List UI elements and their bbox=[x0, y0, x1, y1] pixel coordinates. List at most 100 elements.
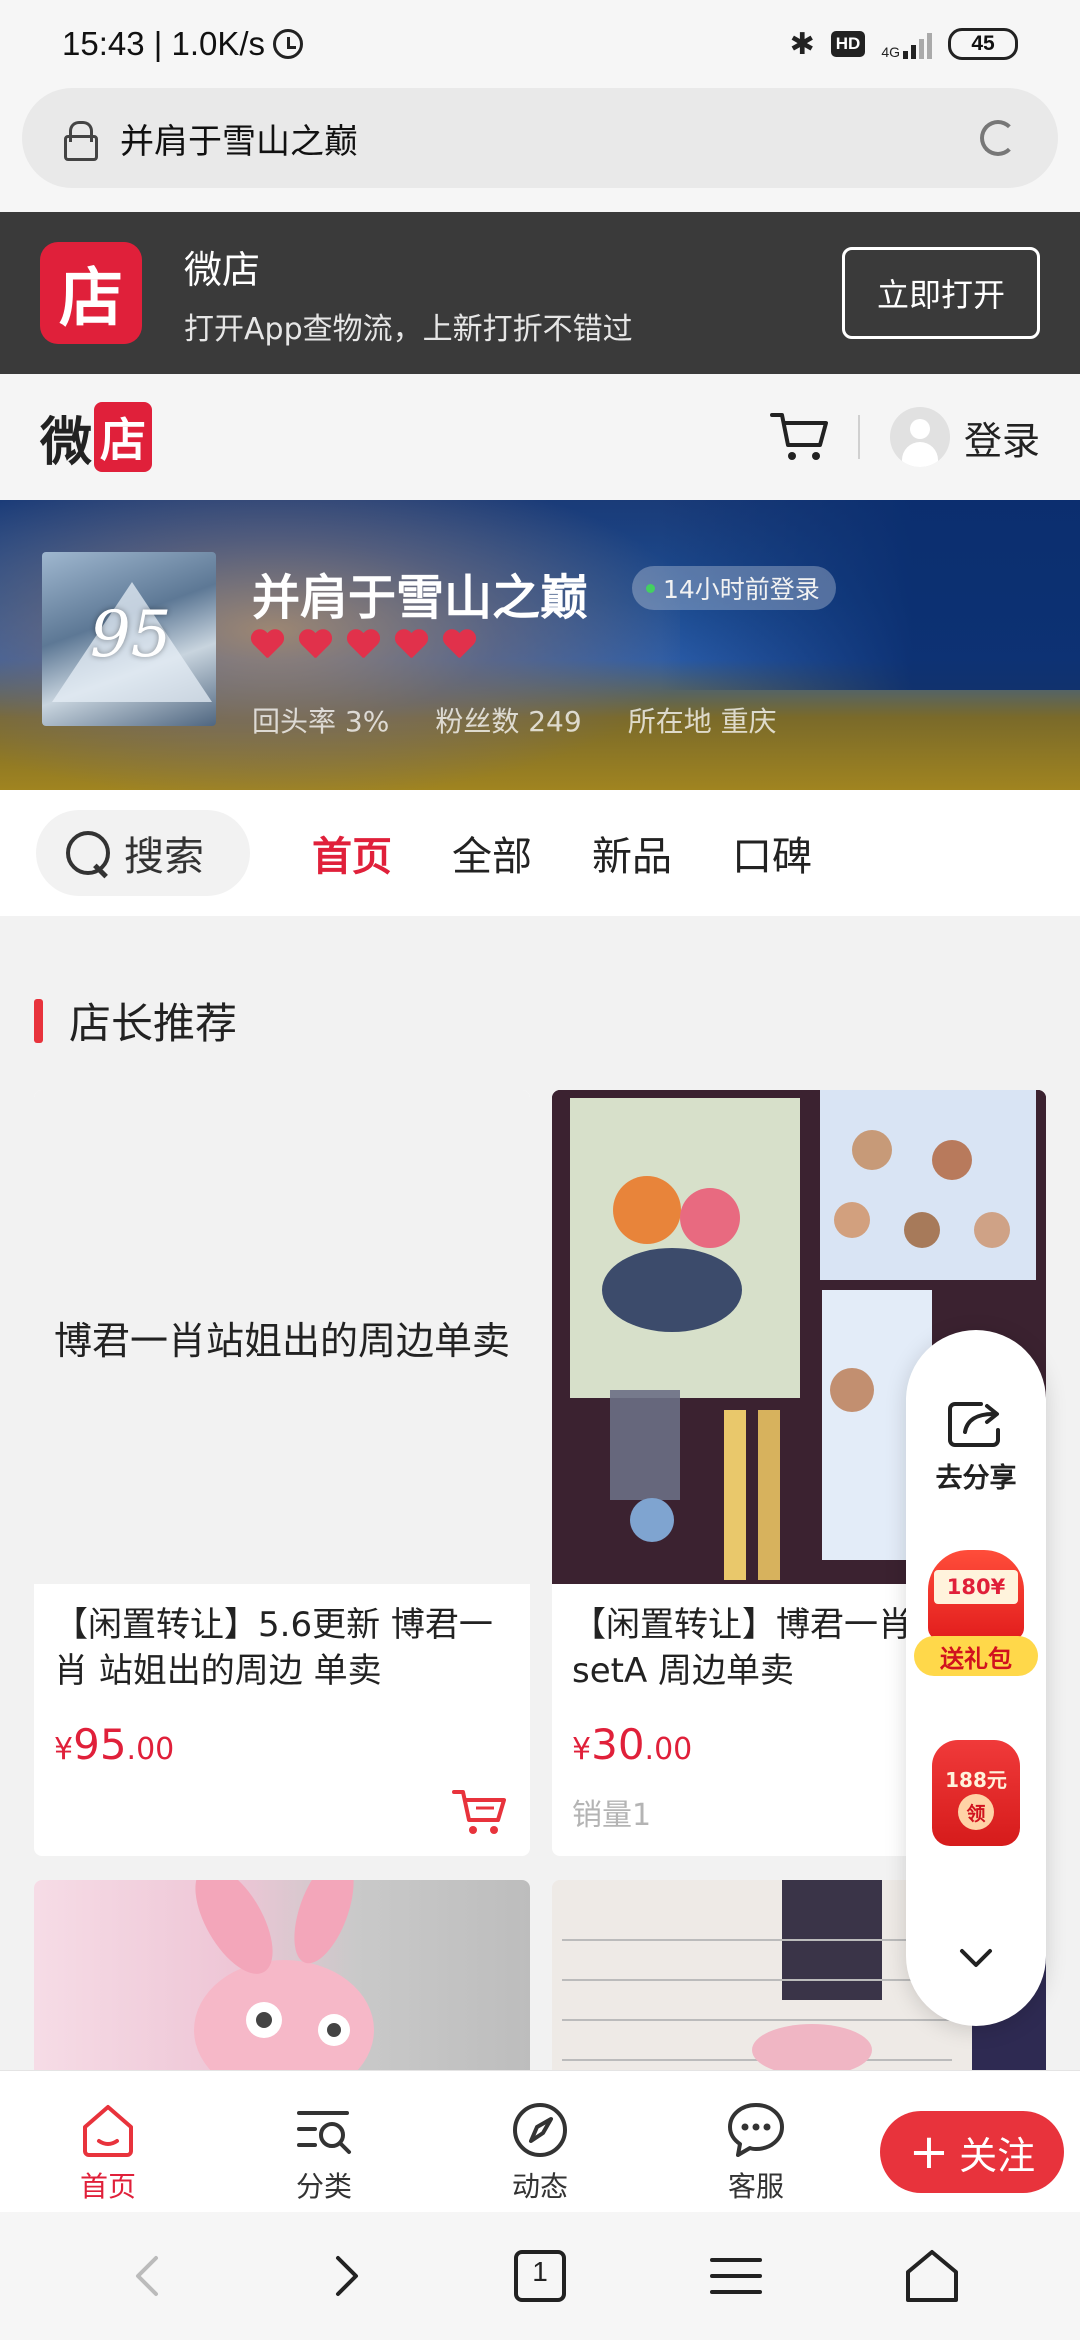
open-app-button[interactable]: 立即打开 bbox=[842, 247, 1040, 339]
login-link[interactable]: 登录 bbox=[964, 410, 1040, 465]
tab-bar-home[interactable]: 首页 bbox=[48, 2099, 168, 2205]
product-card[interactable] bbox=[34, 1880, 530, 2080]
lock-icon bbox=[64, 121, 98, 161]
app-info: 微店 打开App查物流，上新打折不错过 bbox=[184, 239, 633, 348]
network-indicator: 4G bbox=[881, 29, 932, 59]
shop-location: 所在地 重庆 bbox=[627, 705, 777, 738]
heart-icon bbox=[394, 630, 428, 660]
tab-bar-activity[interactable]: 动态 bbox=[480, 2099, 600, 2205]
weidian-logo[interactable]: 微 店 bbox=[40, 400, 153, 475]
search-button[interactable]: 搜索 bbox=[36, 810, 250, 896]
shop-name: 并肩于雪山之巅 bbox=[252, 570, 589, 626]
status-bar: 15:43 | 1.0K/s ✱ HD 4G 45 bbox=[0, 0, 1080, 88]
product-image[interactable] bbox=[34, 1880, 530, 2080]
share-button[interactable]: 去分享 bbox=[906, 1400, 1046, 1495]
tab-count: 1 bbox=[532, 2256, 548, 2287]
heart-icon bbox=[250, 630, 284, 660]
bluetooth-icon: ✱ bbox=[789, 26, 815, 62]
gift-amount: 180¥ bbox=[934, 1570, 1018, 1604]
fans-count: 粉丝数 249 bbox=[435, 705, 582, 738]
bottom-tab-bar: 首页 分类 动态 客服 + 关注 bbox=[0, 2070, 1080, 2212]
product-card[interactable]: 博君一肖站姐出的周边单卖 【闲置转让】5.6更新 博君一肖 站姐出的周边 单卖 … bbox=[34, 1090, 530, 1856]
page: 15:43 | 1.0K/s ✱ HD 4G 45 并肩于雪山之巅 店 微店 打… bbox=[0, 0, 1080, 2340]
status-icons: ✱ HD 4G 45 bbox=[790, 27, 1018, 62]
coupon-button[interactable]: 188元 领 bbox=[932, 1740, 1020, 1846]
online-status-badge: 14小时前登录 bbox=[632, 566, 836, 610]
brand-text: 微 bbox=[40, 412, 92, 473]
section-title: 店长推荐 bbox=[69, 999, 238, 1048]
tab-home[interactable]: 首页 bbox=[312, 824, 392, 882]
section-header: 店长推荐 bbox=[0, 990, 237, 1051]
tab-bar-service[interactable]: 客服 bbox=[696, 2099, 816, 2205]
follow-button[interactable]: + 关注 bbox=[880, 2111, 1064, 2193]
online-status-text: 14小时前登录 bbox=[663, 575, 820, 604]
app-name: 微店 bbox=[184, 247, 261, 292]
section-accent-bar bbox=[34, 998, 43, 1043]
app-description: 打开App查物流，上新打折不错过 bbox=[184, 311, 633, 347]
add-to-cart-icon[interactable] bbox=[452, 1788, 508, 1836]
gift-package-button[interactable]: 180¥ 送礼包 bbox=[914, 1550, 1038, 1680]
home-page-icon[interactable] bbox=[900, 2244, 964, 2308]
plus-icon: + bbox=[908, 2124, 950, 2180]
address-bar[interactable]: 并肩于雪山之巅 bbox=[22, 88, 1058, 188]
battery-icon: 45 bbox=[948, 28, 1018, 60]
product-image[interactable]: 博君一肖站姐出的周边单卖 bbox=[34, 1090, 530, 1584]
alarm-icon bbox=[273, 29, 304, 59]
home-icon bbox=[77, 2099, 139, 2161]
price-currency: ¥ bbox=[572, 1732, 592, 1767]
chevron-down-icon[interactable] bbox=[956, 1938, 996, 1978]
share-label: 去分享 bbox=[935, 1463, 1017, 1494]
app-logo: 店 bbox=[40, 242, 142, 344]
header-divider bbox=[857, 415, 860, 459]
status-time: 15:43 | 1.0K/s bbox=[62, 25, 266, 62]
cart-icon[interactable] bbox=[769, 409, 830, 465]
avatar[interactable] bbox=[889, 407, 950, 467]
tab-new[interactable]: 新品 bbox=[592, 824, 672, 882]
gift-label: 送礼包 bbox=[914, 1636, 1038, 1676]
back-icon[interactable] bbox=[116, 2244, 180, 2308]
browser-navigation: 1 bbox=[0, 2212, 1080, 2340]
reload-icon[interactable] bbox=[980, 120, 1016, 156]
tab-bar-label: 客服 bbox=[727, 2170, 784, 2203]
floating-action-panel: 去分享 180¥ 送礼包 188元 领 bbox=[906, 1330, 1046, 2026]
signal-icon bbox=[903, 29, 932, 59]
shop-logo-number: 95 bbox=[90, 598, 172, 672]
tabs-icon[interactable]: 1 bbox=[508, 2244, 572, 2308]
product-sales: 销量1 bbox=[572, 1798, 652, 1833]
online-dot-icon bbox=[646, 583, 655, 593]
shop-rating-hearts bbox=[250, 630, 476, 660]
forward-icon[interactable] bbox=[314, 2244, 378, 2308]
product-price: ¥ 95 .00 bbox=[34, 1720, 530, 1769]
category-icon bbox=[293, 2099, 355, 2161]
tab-bar-label: 分类 bbox=[295, 2170, 352, 2203]
price-integer: 30 bbox=[591, 1720, 645, 1769]
share-icon bbox=[947, 1400, 1005, 1448]
product-name[interactable]: 【闲置转让】5.6更新 博君一肖 站姐出的周边 单卖 bbox=[34, 1584, 530, 1702]
compass-icon bbox=[509, 2099, 571, 2161]
tab-bar-label: 动态 bbox=[511, 2170, 568, 2203]
tab-reviews[interactable]: 口碑 bbox=[732, 824, 812, 882]
shop-nav-tabs: 搜索 首页 全部 新品 口碑 bbox=[0, 790, 1080, 916]
coupon-get-label: 领 bbox=[958, 1794, 994, 1830]
tab-all[interactable]: 全部 bbox=[452, 824, 532, 882]
chat-icon bbox=[725, 2099, 787, 2161]
address-text[interactable]: 并肩于雪山之巅 bbox=[120, 114, 358, 163]
tab-bar-category[interactable]: 分类 bbox=[264, 2099, 384, 2205]
site-header: 微 店 登录 bbox=[0, 374, 1080, 500]
browser-toolbar: 并肩于雪山之巅 bbox=[0, 88, 1080, 212]
heart-icon bbox=[442, 630, 476, 660]
tab-bar-label: 首页 bbox=[79, 2170, 136, 2203]
heart-icon bbox=[346, 630, 380, 660]
network-type: 4G bbox=[881, 44, 900, 60]
shop-logo[interactable]: 95 bbox=[42, 552, 216, 726]
menu-icon[interactable] bbox=[704, 2244, 768, 2308]
price-currency: ¥ bbox=[54, 1732, 74, 1767]
search-icon bbox=[66, 829, 110, 877]
shop-stats: 回头率 3% 粉丝数 249 所在地 重庆 bbox=[252, 700, 777, 740]
product-image-text: 博君一肖站姐出的周边单卖 bbox=[53, 1318, 510, 1363]
heart-icon bbox=[298, 630, 332, 660]
search-label: 搜索 bbox=[124, 834, 204, 880]
price-decimal: .00 bbox=[644, 1732, 693, 1767]
price-decimal: .00 bbox=[126, 1732, 175, 1767]
coupon-amount: 188元 bbox=[945, 1768, 1007, 1792]
